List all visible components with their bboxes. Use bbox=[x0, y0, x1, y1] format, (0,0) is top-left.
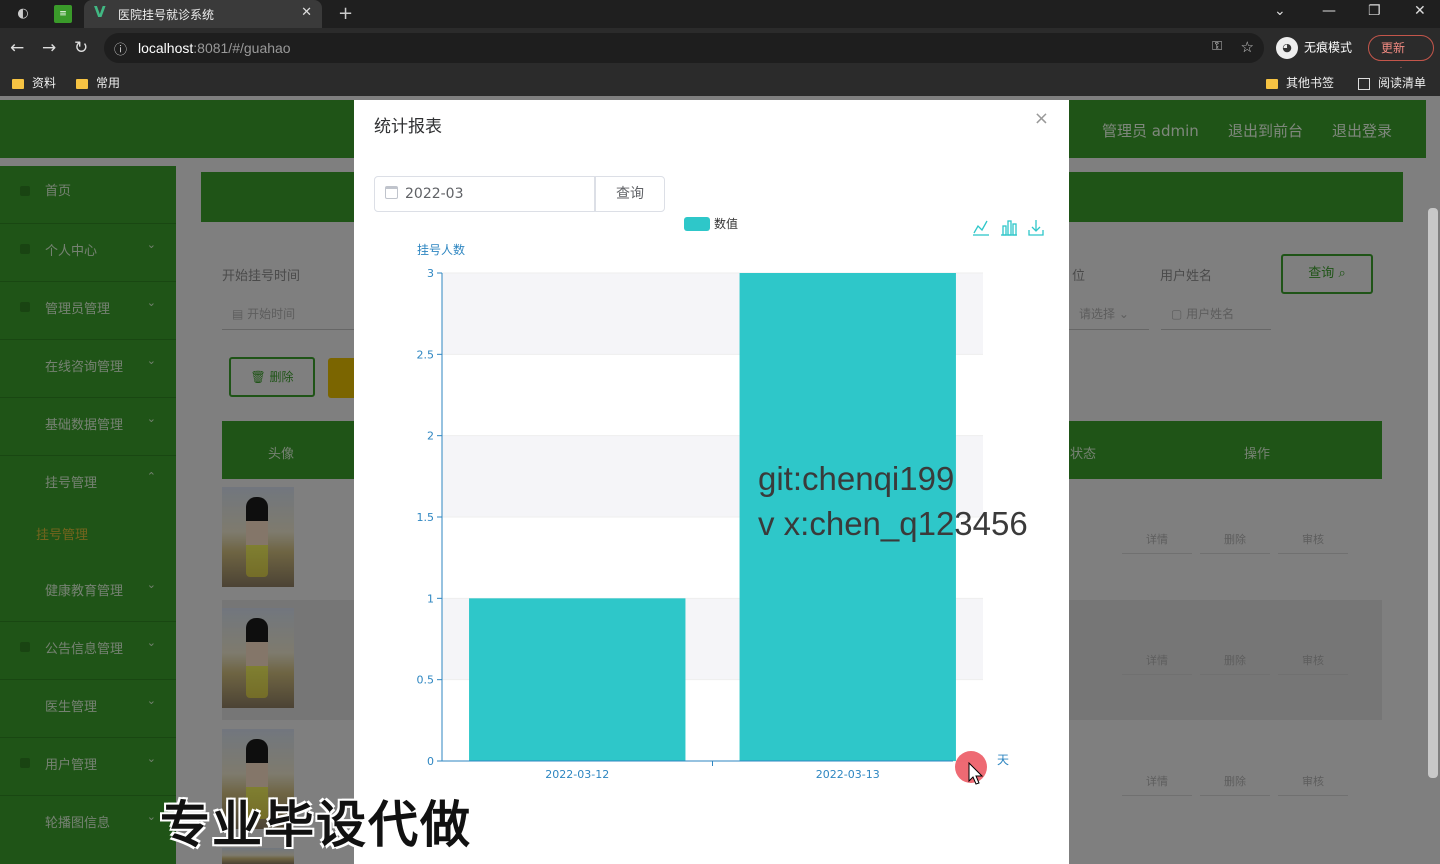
y-tick-label: 1 bbox=[427, 592, 434, 605]
bar[interactable] bbox=[469, 598, 686, 761]
address-bar: ← → ↻ ⓘ localhost:8081/#/guahao ⚿ ☆ ◕ 无痕模… bbox=[0, 28, 1440, 79]
x-axis-label: 天 bbox=[997, 753, 1009, 767]
y-tick-label: 1.5 bbox=[417, 511, 435, 524]
legend-swatch[interactable] bbox=[684, 217, 710, 231]
incognito-indicator[interactable]: ◕ 无痕模式 bbox=[1276, 37, 1352, 59]
bookmark-label: 常用 bbox=[96, 76, 121, 90]
y-tick-label: 2 bbox=[427, 430, 434, 443]
vue-logo-icon: V bbox=[94, 3, 106, 21]
new-tab-icon[interactable]: + bbox=[338, 3, 353, 24]
close-window-icon[interactable]: ✕ bbox=[1414, 3, 1426, 19]
folder-icon bbox=[12, 78, 24, 89]
watermark-banner: 专业毕设代做 bbox=[160, 796, 472, 854]
update-label: 更新 bbox=[1381, 41, 1406, 55]
toolbox bbox=[973, 220, 1044, 236]
line-chart-icon[interactable] bbox=[973, 220, 989, 236]
tab-title: 医院挂号就诊系统 bbox=[118, 8, 215, 22]
incognito-label: 无痕模式 bbox=[1304, 40, 1353, 55]
y-tick-label: 0 bbox=[427, 755, 434, 768]
star-icon[interactable]: ☆ bbox=[1241, 38, 1254, 56]
folder-icon bbox=[76, 78, 88, 89]
forward-icon[interactable]: → bbox=[42, 38, 56, 58]
stats-report-dialog: 统计报表 × 2022-03 查询 0 0.5 1 1.5 2 2.5 3 2022-03-… bbox=[354, 100, 1069, 864]
y-tick-label: 0.5 bbox=[417, 674, 435, 687]
bookmark-label: 其他书签 bbox=[1286, 76, 1335, 90]
back-icon[interactable]: ← bbox=[10, 38, 24, 58]
x-tick-label: 2022-03-12 bbox=[545, 768, 609, 781]
bookmark-label: 资料 bbox=[32, 76, 57, 90]
restore-icon[interactable]: ❐ bbox=[1368, 3, 1381, 19]
bookmarks-bar: 资料 常用 其他书签 阅读清单 bbox=[0, 68, 1440, 96]
folder-icon bbox=[1266, 78, 1278, 89]
mouse-cursor-icon bbox=[968, 762, 984, 785]
key-icon[interactable]: ⚿ bbox=[1212, 39, 1222, 54]
site-info-icon[interactable]: ⓘ bbox=[114, 39, 127, 58]
bookmark-label: 阅读清单 bbox=[1378, 76, 1427, 90]
active-tab[interactable]: V 医院挂号就诊系统 ✕ bbox=[84, 0, 322, 28]
y-axis-label: 挂号人数 bbox=[417, 242, 465, 257]
url-host: localhost bbox=[138, 40, 194, 56]
reload-icon[interactable]: ↻ bbox=[74, 38, 88, 58]
url-field[interactable]: ⓘ localhost:8081/#/guahao ⚿ ☆ bbox=[104, 33, 1264, 63]
y-tick-label: 2.5 bbox=[417, 348, 435, 361]
bar-chart: 0 0.5 1 1.5 2 2.5 3 2022-03-12 2022-03-13 数值 挂号… bbox=[417, 216, 1044, 781]
tab-search-icon[interactable]: ⌄ bbox=[1274, 3, 1286, 19]
reading-list-icon bbox=[1358, 77, 1370, 90]
browser-tabbar: ◐ ≡ V 医院挂号就诊系统 ✕ + ⌄ — ❐ ✕ bbox=[0, 0, 1440, 28]
y-tick-label: 3 bbox=[427, 267, 434, 280]
page-scrollbar[interactable] bbox=[1428, 208, 1438, 778]
pinned-tab-icon[interactable]: ≡ bbox=[54, 5, 72, 23]
bookmark-folder[interactable]: 资料 bbox=[12, 74, 56, 91]
update-button[interactable]: 更新 ⋮ bbox=[1368, 35, 1434, 79]
x-tick-label: 2022-03-13 bbox=[816, 768, 880, 781]
download-icon[interactable] bbox=[1028, 220, 1044, 236]
reading-list[interactable]: 阅读清单 bbox=[1358, 74, 1426, 91]
watermark-text: v x:chen_q123456 bbox=[758, 505, 1028, 542]
minimize-icon[interactable]: — bbox=[1322, 3, 1336, 19]
bookmark-folder[interactable]: 常用 bbox=[76, 74, 120, 91]
legend-label[interactable]: 数值 bbox=[714, 216, 738, 231]
watermark-text: git:chenqi199 bbox=[758, 460, 955, 497]
close-tab-icon[interactable]: ✕ bbox=[301, 5, 312, 20]
url-path: :8081/#/guahao bbox=[193, 40, 291, 56]
browser-menu-icon[interactable]: ◐ bbox=[14, 5, 32, 23]
other-bookmarks[interactable]: 其他书签 bbox=[1266, 74, 1334, 91]
bar-chart-icon[interactable] bbox=[1001, 220, 1017, 236]
incognito-icon: ◕ bbox=[1276, 37, 1298, 59]
